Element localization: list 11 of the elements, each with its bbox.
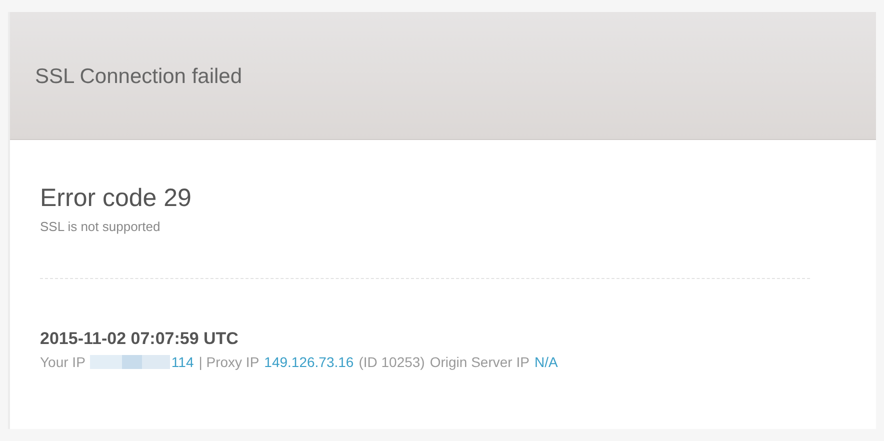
info-label: Your IP [40,354,86,370]
error-heading: Error code 29 [40,184,192,213]
info-label: Origin Server IP [430,354,530,370]
ip-link[interactable]: N/A [534,354,558,370]
ip-link[interactable]: 114 [171,354,194,370]
timestamp: 2015-11-02 07:07:59 UTC [40,329,240,349]
info-label: (ID 10253) [358,354,425,370]
info-label: | Proxy IP [198,354,260,370]
error-description: SSL is not supported [40,219,162,234]
ip-link[interactable]: 149.126.73.16 [264,354,354,370]
page-title: SSL Connection failed [35,64,242,88]
